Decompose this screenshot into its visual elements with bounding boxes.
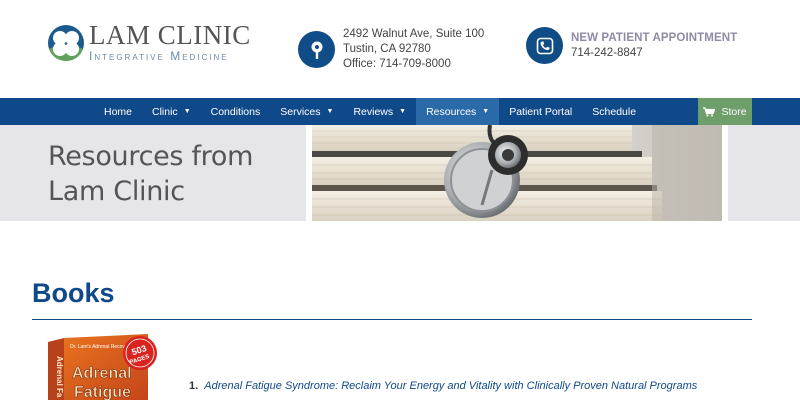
nav-home-label: Home [104,105,133,118]
nav-reviews-label: Reviews [353,105,394,118]
address-block: 2492 Walnut Ave, Suite 100 Tustin, CA 92… [298,27,484,72]
phone-icon [526,27,563,64]
book-cover-title-1: Adrenal [72,365,132,382]
section-divider [32,319,752,320]
logo-subtitle: Integrative Medicine [89,49,229,63]
nav-patient-portal[interactable]: Patient Portal [499,98,582,125]
book-number: 1. [189,380,199,392]
office-phone[interactable]: Office: 714-709-8000 [343,57,484,72]
caret-down-icon: ▼ [326,108,334,115]
page-title-line-2: Lam Clinic [48,176,185,207]
nav-home[interactable]: Home [94,98,142,125]
page-title: Resources from Lam Clinic [48,139,253,209]
store-label: Store [721,105,747,118]
store-button[interactable]: Store [698,98,752,125]
book-cover-title-2: Fatigue [74,384,131,400]
main-nav: Home Clinic ▼ Conditions Services ▼ Review… [0,98,800,125]
nav-resources[interactable]: Resources ▼ [416,98,500,125]
new-patient-appointment-link[interactable]: NEW PATIENT APPOINTMENT [571,31,737,46]
cart-icon [703,106,716,116]
nav-clinic-label: Clinic [152,105,178,118]
logo-title: LAM CLINIC [89,20,251,50]
banner-title-panel: Resources from Lam Clinic [0,125,306,221]
address-line-2: Tustin, CA 92780 [343,43,431,55]
nav-conditions[interactable]: Conditions [201,98,271,125]
banner-right-panel [728,125,800,221]
location-pin-icon [298,31,335,68]
book-list-item: 1. Adrenal Fatigue Syndrome: Reclaim You… [189,380,697,392]
caret-down-icon: ▼ [399,108,407,115]
page-title-line-1: Resources from [48,141,254,172]
nav-services-label: Services [280,105,321,118]
nav-services[interactable]: Services ▼ [270,98,343,125]
nav-clinic[interactable]: Clinic ▼ [142,98,201,125]
caret-down-icon: ▼ [482,108,490,115]
address-line-1: 2492 Walnut Ave, Suite 100 [343,28,485,40]
site-logo[interactable]: LAM CLINIC Integrative Medicine [48,22,251,63]
nav-resources-label: Resources [426,105,477,118]
nav-schedule[interactable]: Schedule [582,98,646,125]
nav-schedule-label: Schedule [592,105,637,118]
page-banner: Resources from Lam Clinic [0,125,800,221]
caret-down-icon: ▼ [183,108,191,115]
book-cover-spine: Adrenal Fa [55,356,64,398]
logo-flower-icon [48,24,84,61]
nav-reviews[interactable]: Reviews ▼ [343,98,416,125]
book-cover-image[interactable]: Dr. Lam's Adrenal Recovery Series Adrena… [48,334,158,400]
book-title-link[interactable]: Adrenal Fatigue Syndrome: Reclaim Your E… [204,380,697,392]
nav-conditions-label: Conditions [210,105,261,118]
nav-patient-portal-label: Patient Portal [509,105,573,118]
banner-stethoscope-image [312,125,722,221]
appointment-block: NEW PATIENT APPOINTMENT 714-242-8847 [526,27,737,64]
books-heading: Books [32,278,115,308]
site-header: LAM CLINIC Integrative Medicine 2492 Wal… [0,0,800,98]
appointment-phone[interactable]: 714-242-8847 [571,46,737,61]
